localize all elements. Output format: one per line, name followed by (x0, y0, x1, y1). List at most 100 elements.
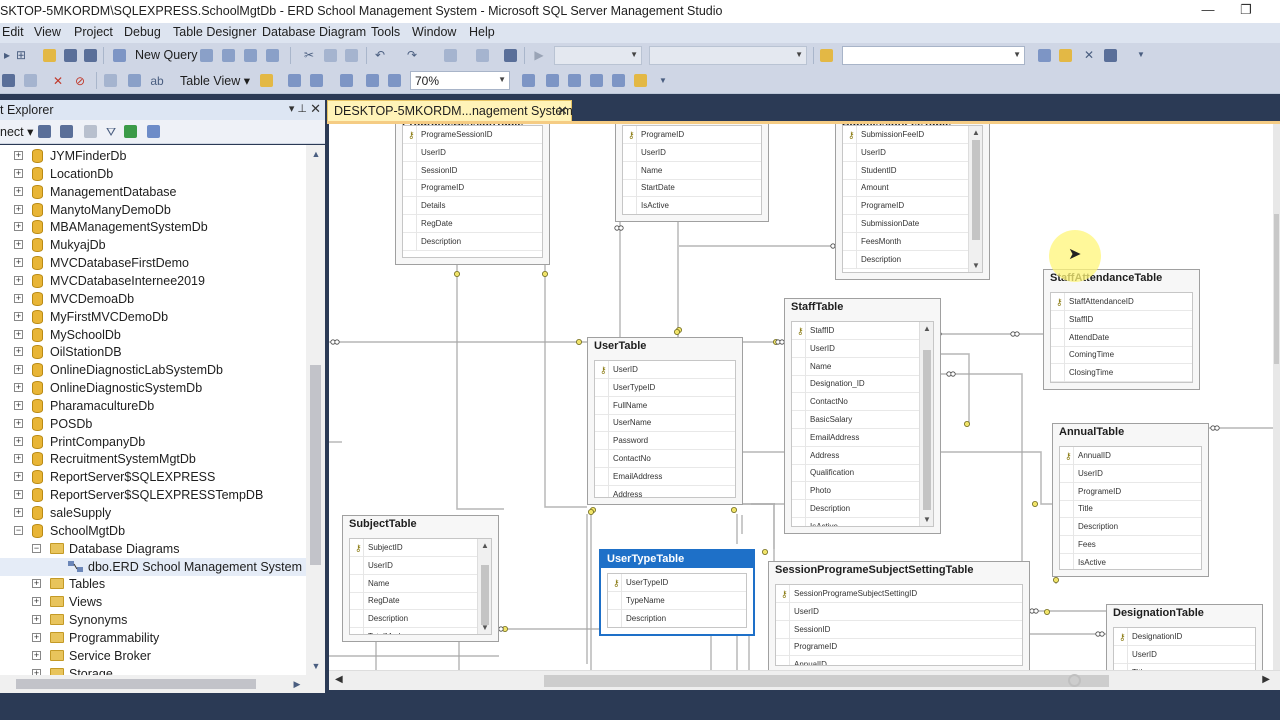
expand-icon[interactable]: + (32, 650, 41, 660)
object-explorer-icon[interactable] (1104, 49, 1117, 62)
tree-node[interactable]: + OilStationDB (0, 343, 306, 361)
explorer-hscroll-thumb[interactable] (16, 679, 256, 689)
menu-window[interactable]: Window (412, 25, 456, 39)
expand-icon[interactable]: + (14, 151, 23, 160)
column-row[interactable]: UserTypeID (595, 378, 735, 397)
column-row[interactable]: ⚷ DesignationID (1114, 628, 1255, 646)
expand-icon[interactable]: + (14, 365, 23, 375)
tree-node[interactable]: + MVCDemoaDb (0, 290, 306, 308)
scroll-up-icon[interactable]: ▲ (972, 128, 980, 137)
column-row[interactable]: UserName (595, 414, 735, 433)
collapse-icon[interactable]: − (32, 543, 41, 553)
tree-node[interactable]: + MukyajDb (0, 236, 306, 254)
manage-check-constraints-icon[interactable] (612, 74, 625, 87)
expand-icon[interactable]: + (32, 615, 41, 625)
new-project-icon[interactable]: ⊞ (14, 48, 28, 62)
stop-icon[interactable] (84, 125, 97, 138)
column-row[interactable]: Name (623, 161, 761, 180)
expand-icon[interactable]: + (14, 347, 23, 357)
column-row[interactable]: SessionID (403, 161, 542, 180)
diagram-vertical-scrollbar[interactable] (1273, 124, 1280, 670)
close-icon[interactable]: ✕ (310, 101, 321, 117)
column-row[interactable]: Description (843, 250, 968, 269)
solution-config-dropdown[interactable]: ▼ (554, 46, 642, 65)
menu-project[interactable]: Project (74, 25, 113, 39)
column-row[interactable]: EmailAddress (595, 467, 735, 486)
column-row[interactable]: Photo (792, 482, 919, 501)
column-row[interactable]: TotalMarks (350, 628, 477, 634)
activity-monitor-icon[interactable] (504, 49, 517, 62)
explorer-vertical-scrollbar[interactable]: ▲ ▼ (306, 145, 325, 675)
tree-node[interactable]: + ReportServer$SQLEXPRESSTempDB (0, 486, 306, 504)
column-row[interactable]: IsActive (792, 517, 919, 526)
new-query-button[interactable]: New Query (135, 48, 198, 62)
diagram-table[interactable]: ProgrameSessionTable⚷ProgrameSessionIDUs… (395, 124, 550, 265)
diagram-table[interactable]: StaffAttendanceTable ⚷ StaffAttendanceID St… (1043, 269, 1200, 390)
activity-icon[interactable] (147, 125, 160, 138)
column-row[interactable]: ⚷ AnnualID (1060, 447, 1201, 465)
tree-node[interactable]: + Storage (0, 665, 306, 675)
tree-node[interactable]: + MVCDatabaseInternee2019 (0, 272, 306, 290)
diagram-table[interactable]: SessionProgrameSubjectSettingTable ⚷ Sessi… (768, 561, 1030, 670)
column-row[interactable]: IsActive (623, 197, 761, 214)
column-row[interactable]: Description (403, 232, 542, 251)
column-row[interactable]: IsActive (1060, 553, 1201, 569)
tree-node[interactable]: − Database Diagrams (0, 540, 306, 558)
column-row[interactable]: ⚷ UserID (595, 361, 735, 379)
tree-node[interactable]: + Service Broker (0, 647, 306, 665)
column-row[interactable]: ⚷ ProgrameSessionID (403, 126, 542, 144)
tree-node[interactable]: + MVCDatabaseFirstDemo (0, 254, 306, 272)
expand-icon[interactable]: + (14, 418, 23, 428)
navigate-icon[interactable]: ▸ (0, 48, 14, 62)
menu-edit[interactable]: Edit (2, 25, 24, 39)
undo-icon[interactable]: ↶ (373, 48, 387, 62)
diagram-canvas[interactable]: ProgrameSessionTable⚷ProgrameSessionIDUs… (329, 124, 1273, 670)
scroll-right-icon[interactable]: ▶ (1262, 674, 1270, 685)
column-row[interactable]: ContactNo (792, 393, 919, 412)
diagram-horizontal-scrollbar[interactable]: ◀ ▶ (329, 670, 1280, 690)
column-row[interactable]: Details (403, 197, 542, 216)
navigate-forward-icon[interactable] (476, 49, 489, 62)
column-row[interactable]: UserID (1060, 464, 1201, 483)
diagram-table[interactable]: SubjectTable ⚷ SubjectID UserID Name RegDate D… (342, 515, 499, 642)
restore-button[interactable]: ❐ (1234, 2, 1258, 20)
column-row[interactable]: BasicSalary (792, 411, 919, 429)
diagram-hscroll-thumb[interactable] (544, 675, 1109, 687)
column-row[interactable]: Fees (1060, 536, 1201, 554)
toolbar2-overflow-icon[interactable]: ▼ (656, 74, 670, 88)
column-row[interactable]: StudentID (843, 161, 968, 180)
tree-node[interactable]: + Synonyms (0, 611, 306, 629)
tree-node[interactable]: + OnlineDiagnosticLabSystemDb (0, 361, 306, 379)
text-annotation-icon[interactable]: ab (150, 74, 164, 88)
generate-script-icon[interactable] (104, 74, 117, 87)
query-dmx-icon[interactable] (222, 49, 235, 62)
column-row[interactable]: StaffID (1051, 310, 1192, 329)
diagram-table[interactable]: SubmissionFeeTable⚷SubmissionFeeIDUserID… (835, 124, 990, 280)
query-dax-icon[interactable] (266, 49, 279, 62)
manage-relationships-icon[interactable] (522, 74, 535, 87)
expand-icon[interactable]: + (14, 454, 23, 464)
find-combo[interactable]: ▼ (842, 46, 1025, 65)
connect-dropdown[interactable]: nect ▾ (0, 124, 33, 139)
arrange-tables-icon[interactable] (288, 74, 301, 87)
column-row[interactable]: ⚷ ProgrameID (623, 126, 761, 144)
column-row[interactable]: Password (595, 432, 735, 451)
find-in-files-icon[interactable] (820, 49, 833, 62)
table-scrollbar[interactable]: ▲ ▼ (919, 322, 933, 526)
expand-icon[interactable]: + (14, 490, 23, 500)
column-row[interactable]: ⚷ StaffAttendanceID (1051, 293, 1192, 311)
column-row[interactable]: ⚷ SubjectID (350, 539, 477, 557)
expand-icon[interactable]: + (14, 508, 23, 517)
new-table-icon[interactable] (2, 74, 15, 87)
expand-icon[interactable]: + (14, 258, 23, 268)
filter-icon[interactable]: ⛛ (104, 125, 118, 139)
manage-indexes-icon[interactable] (546, 74, 559, 87)
column-row[interactable]: TypeName (608, 591, 746, 610)
column-row[interactable]: UserID (623, 143, 761, 162)
column-row[interactable]: ⚷ UserTypeID (608, 574, 746, 592)
refresh-icon[interactable] (124, 125, 137, 138)
column-row[interactable]: ProgrameID (1060, 482, 1201, 501)
column-row[interactable]: UserID (350, 556, 477, 575)
expand-icon[interactable]: + (32, 597, 41, 607)
column-row[interactable]: ClosingTime (1051, 364, 1192, 382)
